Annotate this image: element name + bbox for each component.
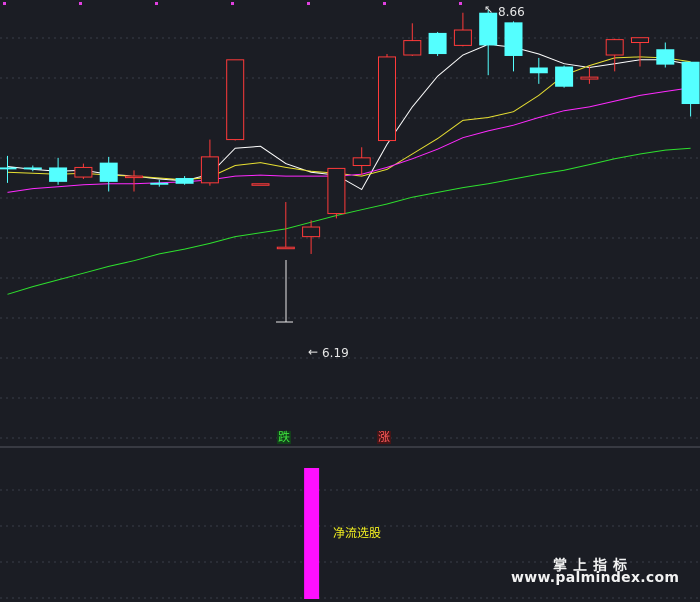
candle-body-down [175,178,194,184]
signal-tag-down: 跌 [277,430,292,444]
top-marker-dot [155,2,158,5]
candle-body-up [276,246,295,250]
indicator-bar [304,468,320,599]
top-marker-dot [79,2,82,5]
candle-body-up [251,183,270,186]
top-marker-dot [459,2,462,5]
candle-body-down [428,32,447,55]
candle-body-down [529,67,548,74]
candle-body-down [49,167,68,182]
top-marker-dot [383,2,386,5]
candle-body-up [125,175,143,179]
candle-body-down [681,61,700,105]
high-arrow-icon: ↖ [484,3,494,16]
stock-chart: ↖ 8.66 ← 6.19 跌 涨 净流选股 掌上指标 www.palminde… [0,0,700,602]
candle-body-down [656,49,675,65]
watermark-url: www.palmindex.com [511,570,680,586]
candle-body-up [580,76,599,80]
candle-body-up [327,167,346,215]
chart-canvas [0,2,700,599]
candle-body-down [150,182,169,185]
candle-body-up [302,226,321,238]
candle-body-down [23,167,42,170]
candle-body-up [631,37,649,44]
candle-body-up [378,56,396,142]
candle-body-down [479,12,498,46]
low-price-label: 6.19 [322,346,349,360]
candle-body-up [352,157,371,167]
top-marker-dot [307,2,310,5]
candle-body-up [74,166,93,178]
candle-body-down [504,22,523,56]
candle-body-down [0,167,17,170]
candle-body-down [555,66,574,87]
top-marker-dot [231,2,234,5]
indicator-label: 净流选股 [333,526,382,540]
high-price-label: 8.66 [498,5,525,19]
candle-body-up [226,59,245,141]
candle-body-down [99,162,118,182]
top-marker-dot [3,2,6,5]
candle-body-up [605,39,624,56]
low-arrow-icon: ← [308,345,319,359]
signal-tag-up: 涨 [377,430,392,444]
candle-body-up [200,156,219,184]
candle-body-up [453,29,472,46]
candle-body-up [403,40,422,56]
